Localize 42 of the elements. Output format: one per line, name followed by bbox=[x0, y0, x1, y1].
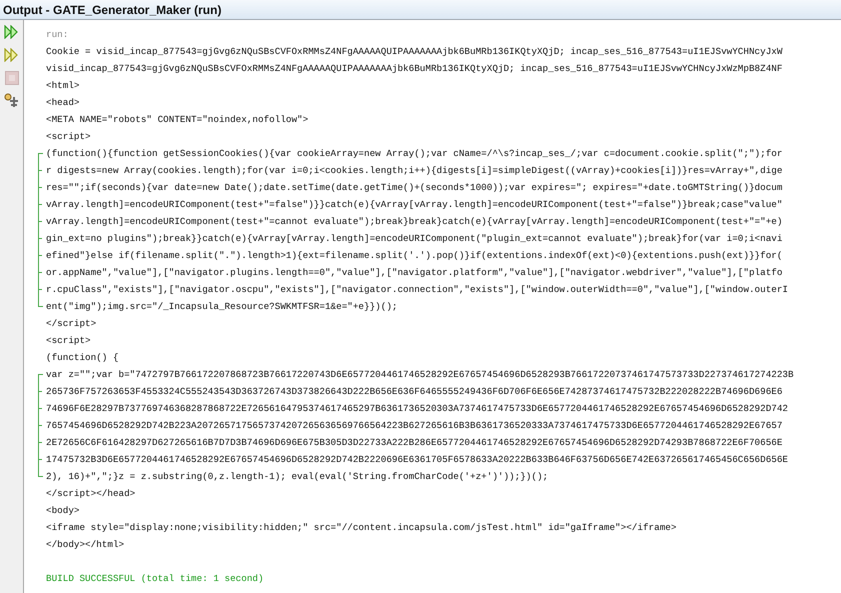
output-line: <script> bbox=[46, 335, 91, 346]
output-line: <script> bbox=[46, 131, 91, 142]
output-line: vArray.length]=encodeURIComponent(test+"=cannot evaluate");break}break}catch(e){vArray[vArray.length]=encodeURIComponent(test+"="+e) bbox=[46, 216, 782, 227]
output-line: or.appName","value"],["navigator.plugins.length==0","value"],["navigator.platform","value"],["navigator.webdriver","value"],["platfo bbox=[46, 267, 782, 278]
output-line: 7657454696D6528292D742B223A2072657175657374207265636569766564223B627265616B3B6361736520333A7374617475733D6E6577204461746528292E67657 bbox=[46, 420, 782, 431]
fold-bracket[interactable] bbox=[38, 374, 43, 477]
output-line: 74696F6E28297B737769746368287868722E72656164795374617465297B6361736520303A7374617475733D6E6577204461746528292E67657454696D6528292D742 bbox=[46, 403, 788, 414]
output-line: <body> bbox=[46, 505, 80, 516]
output-line: vArray.length]=encodeURIComponent(test+"=false")}}catch(e){vArray[vArray.length]=encodeURIComponent(test+"=false")}break;case"value" bbox=[46, 199, 782, 210]
output-line: <iframe style="display:none;visibility:hidden;" src="//content.incapsula.com/jsTest.html" id="gaIframe"></iframe> bbox=[46, 522, 676, 533]
fold-bracket[interactable] bbox=[38, 153, 43, 307]
output-line: ent("img");img.src="/_Incapsula_Resource?SWKMTFSR=1&e="+e}})(); bbox=[46, 301, 398, 312]
output-line: 17475732B3D6E6577204461746528292E67657454696D6528292D742B2220696E6361705F6578633A20222B633B646F63756D656E742E637265617465456C656D656E bbox=[46, 454, 788, 465]
toolbar-button[interactable] bbox=[2, 46, 20, 63]
output-line: visid_incap_877543=gjGvg6zNQuSBsCVFOxRMMsZ4NFgAAAAAQUIPAAAAAAAjbk6BuMRb136IKQtyXQjD; incap_ses_516_877543=uI1EJSvwYCHNcyJxWzMpB8Z4NF bbox=[46, 63, 782, 74]
output-line: 2), 16)+",";}z = z.substring(0,z.length-1); eval(eval('String.fromCharCode('+z+')'));})(); bbox=[46, 471, 548, 482]
output-line: var z="";var b="7472797B766172207868723B76617220743D6E6577204461746528292E67657454696D6528293B76617220737461747573733D227374617274223B bbox=[46, 369, 794, 380]
output-line: (function() { bbox=[46, 352, 119, 363]
stop-icon bbox=[4, 70, 18, 84]
toolbar-button[interactable] bbox=[2, 92, 20, 109]
output-line: </script></head> bbox=[46, 488, 136, 499]
toolbar-button[interactable] bbox=[2, 23, 20, 40]
output-line: (function(){function getSessionCookies(){var cookieArray=new Array();var cName=/^\s?incap_ses_/;var c=document.cookie.split(";");for bbox=[46, 148, 782, 159]
output-line: </body></html> bbox=[46, 539, 124, 550]
output-line: <html> bbox=[46, 80, 80, 91]
output-line: <META NAME="robots" CONTENT="noindex,nofollow"> bbox=[46, 114, 308, 125]
output-line: <head> bbox=[46, 97, 80, 108]
double-arrow-icon bbox=[4, 24, 20, 38]
double-arrow-icon bbox=[4, 48, 20, 62]
output-line: efined"}else if(filename.split(".").length>1){ext=filename.split('.').pop()}if(extentions.indexOf(ext)<0){extentions.push(ext)}}for( bbox=[46, 250, 782, 261]
output-line: gin_ext=no plugins");break}}catch(e){vArray[vArray.length]=encodeURIComponent("plugin_ext=cannot evaluate");break}for(var i=0;i<navi bbox=[46, 233, 782, 244]
output-line: Cookie = visid_incap_877543=gjGvg6zNQuSBsCVFOxRMMsZ4NFgAAAAAQUIPAAAAAAAjbk6BuMRb136IKQtyXQjD; incap_ses_516_877543=uI1EJSvwYCHNcyJxW bbox=[46, 46, 782, 57]
output-line: res="";if(seconds){var date=new Date();date.setTime(date.getTime()+(seconds*1000));var expires="; expires="+date.toGMTString()}docum bbox=[46, 182, 782, 193]
window-title: Output - GATE_Generator_Maker (run) bbox=[3, 2, 222, 18]
output-line: r digests=new Array(cookies.length);for(var i=0;i<cookies.length;i++){digests[i]=simpleDigest((vArray)+cookies[i])}res=vArray+",dige bbox=[46, 165, 782, 176]
output-line: 265736F757263653F4553324C555243543D363726743D373826643D222B656E636F6465555249436F6D706F6E656E74287374617475732B222028222B74696D696E6 bbox=[46, 386, 782, 397]
output-line: r.cpuClass","exists"],["navigator.oscpu","exists"],["navigator.connection","exists"],["window.outerWidth==0","value"],["window.outerI bbox=[46, 284, 788, 295]
output-line: </script> bbox=[46, 318, 96, 329]
settings-icon bbox=[4, 92, 20, 108]
output-line: BUILD SUCCESSFUL (total time: 1 second) bbox=[46, 573, 264, 584]
output-line: 2E72656C6F616428297D627265616B7D7D3B74696D696E675B305D3D22733A222B286E6577204461746528292E67657454696D6528292D74293B7868722E6F70656E bbox=[46, 437, 782, 448]
output-line: run: bbox=[46, 29, 68, 40]
